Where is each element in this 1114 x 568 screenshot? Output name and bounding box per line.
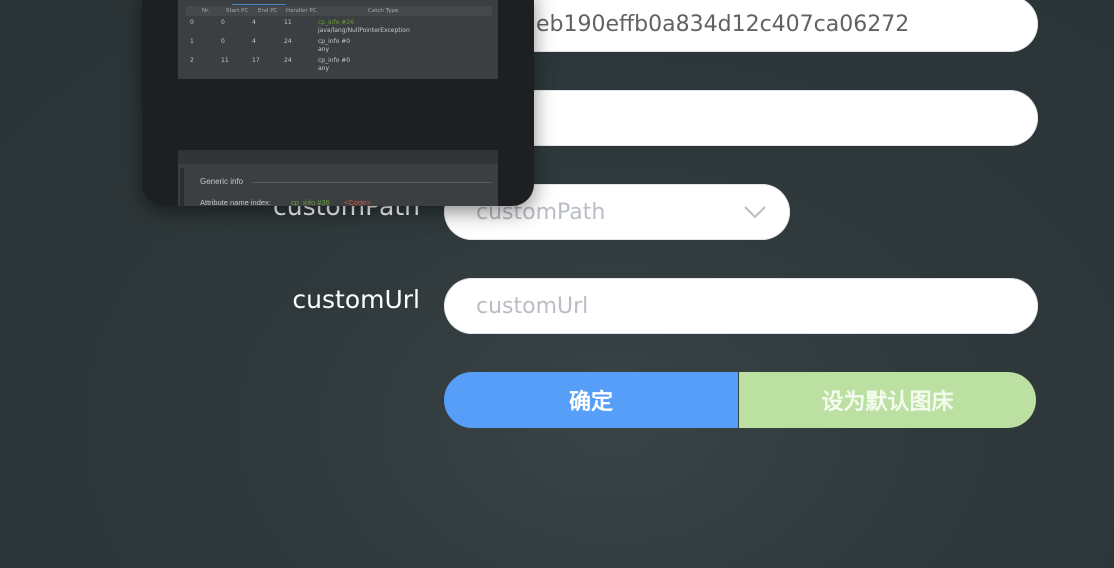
attr-value: cp_info #36 bbox=[291, 198, 330, 206]
col-nr: Nr. bbox=[202, 8, 210, 14]
table-row: 0 0 4 11 cp_info #26 java/lang/NullPoint… bbox=[190, 19, 410, 34]
custom-url-placeholder: customUrl bbox=[476, 293, 589, 319]
chevron-down-icon[interactable] bbox=[744, 200, 766, 225]
attr-label: Attribute name index: bbox=[200, 198, 271, 206]
exception-table-header: Nr. Start PC End PC Handler PC Catch Typ… bbox=[186, 6, 492, 16]
custom-url-input[interactable]: customUrl bbox=[444, 278, 1038, 334]
generic-info-panel: Generic info Attribute name index: cp_in… bbox=[178, 150, 498, 206]
col-catch-type: Catch Type bbox=[368, 8, 399, 14]
col-start-pc: Start PC bbox=[226, 8, 249, 14]
custom-url-label: customUrl bbox=[292, 285, 420, 314]
table-row: 1 0 4 24 cp_info #0 any bbox=[190, 38, 351, 53]
table-row: 2 11 17 24 cp_info #0 any bbox=[190, 57, 351, 72]
tab-indicator bbox=[232, 4, 286, 5]
set-default-button[interactable]: 设为默认图床 bbox=[739, 372, 1036, 428]
generic-info-title: Generic info bbox=[200, 177, 244, 186]
exception-table-panel: Nr. Start PC End PC Handler PC Catch Typ… bbox=[178, 0, 498, 79]
token-input-value: eb190effb0a834d12c407ca06272 bbox=[536, 11, 910, 37]
confirm-button[interactable]: 确定 bbox=[444, 372, 738, 428]
attr-tag: <Code> bbox=[344, 198, 371, 206]
col-end-pc: End PC bbox=[258, 8, 278, 14]
col-handler-pc: Handler PC bbox=[286, 8, 317, 14]
overlay-screenshot: Nr. Start PC End PC Handler PC Catch Typ… bbox=[142, 0, 534, 206]
